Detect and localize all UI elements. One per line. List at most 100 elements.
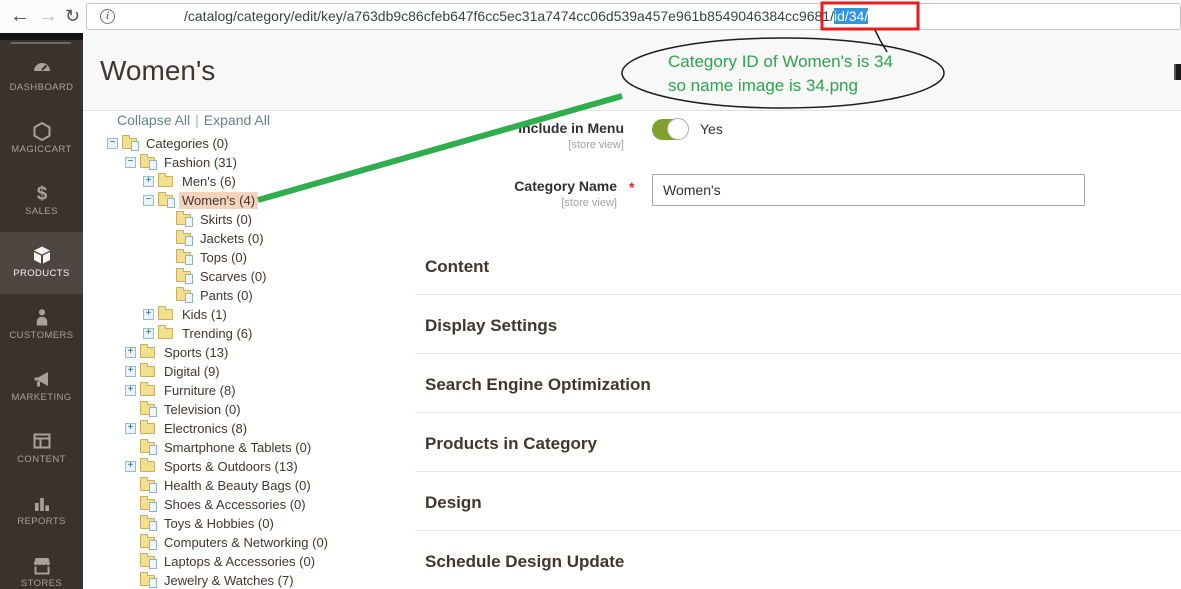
section-content[interactable]: Content [425, 257, 489, 277]
tree-node[interactable]: + Kids (1) [83, 305, 483, 324]
browser-toolbar: ← → ↻ i /catalog/category/edit/key/a763d… [0, 0, 1181, 34]
include-in-menu-scope: [store view] [424, 139, 624, 151]
magiccart-icon [31, 120, 53, 142]
tree-node-label[interactable]: Tops (0) [197, 249, 250, 266]
tree-node[interactable]: + Electronics (8) [83, 419, 483, 438]
tree-node-label[interactable]: Jewelry & Watches (7) [161, 572, 297, 589]
tree-node-label[interactable]: Digital (9) [161, 363, 223, 380]
tree-node-label[interactable]: Smartphone & Tablets (0) [161, 439, 314, 456]
tree-node-label[interactable]: Sports (13) [161, 344, 231, 361]
tree-node[interactable]: + Sports & Outdoors (13) [83, 457, 483, 476]
expand-node-icon[interactable]: + [125, 366, 136, 377]
expand-node-icon[interactable]: + [143, 328, 154, 339]
refresh-icon[interactable]: ↻ [65, 2, 80, 30]
expand-node-icon[interactable]: + [143, 309, 154, 320]
sidebar-item-stores[interactable]: STORES [0, 542, 83, 589]
tree-node-label[interactable]: Health & Beauty Bags (0) [161, 477, 314, 494]
sidebar-item-customers[interactable]: CUSTOMERS [0, 294, 83, 356]
expand-node-icon[interactable]: + [125, 423, 136, 434]
category-name-input[interactable] [652, 174, 1085, 206]
folder-icon [140, 537, 155, 548]
folder-icon [140, 423, 155, 434]
tree-node-label[interactable]: Electronics (8) [161, 420, 250, 437]
include-in-menu-value: Yes [700, 121, 723, 137]
folder-icon [158, 176, 173, 187]
tree-node-label[interactable]: Jackets (0) [197, 230, 267, 247]
section-display-settings[interactable]: Display Settings [425, 316, 557, 336]
tree-node-label[interactable]: Pants (0) [197, 287, 256, 304]
tree-node-label[interactable]: Furniture (8) [161, 382, 239, 399]
folder-icon [158, 195, 173, 206]
tree-node-label[interactable]: Television (0) [161, 401, 244, 418]
include-in-menu-toggle[interactable] [652, 119, 688, 140]
tree-node[interactable]: Smartphone & Tablets (0) [83, 438, 483, 457]
address-bar[interactable]: i /catalog/category/edit/key/a763db9c86c… [86, 3, 1181, 30]
tree-node-label[interactable]: Computers & Networking (0) [161, 534, 331, 551]
tree-node[interactable]: Television (0) [83, 400, 483, 419]
expand-node-icon[interactable]: + [125, 347, 136, 358]
sidebar-item-marketing[interactable]: MARKETING [0, 356, 83, 418]
tree-node-label[interactable]: Sports & Outdoors (13) [161, 458, 301, 475]
expand-node-icon[interactable]: + [143, 176, 154, 187]
folder-icon [140, 556, 155, 567]
sidebar-item-products[interactable]: PRODUCTS [0, 232, 83, 294]
tree-node-label[interactable]: Men's (6) [179, 173, 239, 190]
expand-node-icon[interactable]: + [125, 461, 136, 472]
collapse-node-icon[interactable]: − [125, 157, 136, 168]
page-header [83, 33, 1181, 111]
tree-actions: Collapse All|Expand All [117, 112, 270, 128]
tree-node-label[interactable]: Women's (4) [179, 192, 258, 209]
admin-logo-divider [11, 42, 71, 44]
sidebar-item-label: DASHBOARD [0, 82, 83, 93]
tree-node[interactable]: Laptops & Accessories (0) [83, 552, 483, 571]
url-text[interactable]: /catalog/category/edit/key/a763db9c86cfe… [184, 7, 1164, 26]
section-divider [415, 530, 1181, 531]
tree-node-label[interactable]: Skirts (0) [197, 211, 255, 228]
tree-node[interactable]: Skirts (0) [83, 210, 483, 229]
tree-node[interactable]: Scarves (0) [83, 267, 483, 286]
section-schedule-design-update[interactable]: Schedule Design Update [425, 552, 624, 572]
sidebar-item-sales[interactable]: $SALES [0, 170, 83, 232]
section-divider [415, 294, 1181, 295]
folder-icon [176, 214, 191, 225]
sidebar-item-label: CONTENT [0, 454, 83, 465]
customers-icon [31, 306, 53, 328]
expand-node-icon[interactable]: + [125, 385, 136, 396]
sidebar-item-dashboard[interactable]: DASHBOARD [0, 46, 83, 108]
tree-node[interactable]: Tops (0) [83, 248, 483, 267]
tree-node[interactable]: + Digital (9) [83, 362, 483, 381]
collapse-node-icon[interactable]: − [107, 138, 118, 149]
tree-node-label[interactable]: Laptops & Accessories (0) [161, 553, 318, 570]
tree-node-label[interactable]: Fashion (31) [161, 154, 240, 171]
sidebar-item-label: MAGICCART [0, 144, 83, 155]
back-icon[interactable]: ← [10, 2, 30, 30]
section-products-in-category[interactable]: Products in Category [425, 434, 597, 454]
tree-node[interactable]: + Trending (6) [83, 324, 483, 343]
tree-node[interactable]: Jewelry & Watches (7) [83, 571, 483, 589]
tree-node[interactable]: Pants (0) [83, 286, 483, 305]
tree-node-label[interactable]: Kids (1) [179, 306, 230, 323]
collapse-all-link[interactable]: Collapse All [117, 112, 190, 128]
page-info-icon[interactable]: i [100, 9, 115, 24]
tree-node[interactable]: Computers & Networking (0) [83, 533, 483, 552]
tree-node[interactable]: Health & Beauty Bags (0) [83, 476, 483, 495]
tree-node[interactable]: Shoes & Accessories (0) [83, 495, 483, 514]
tree-node[interactable]: − Categories (0) [83, 134, 483, 153]
tree-node[interactable]: + Furniture (8) [83, 381, 483, 400]
tree-node-label[interactable]: Scarves (0) [197, 268, 269, 285]
folder-icon [140, 499, 155, 510]
section-design[interactable]: Design [425, 493, 482, 513]
sidebar-item-magiccart[interactable]: MAGICCART [0, 108, 83, 170]
tree-node[interactable]: Jackets (0) [83, 229, 483, 248]
section-search-engine-optimization[interactable]: Search Engine Optimization [425, 375, 651, 395]
folder-icon [158, 328, 173, 339]
tree-node-label[interactable]: Trending (6) [179, 325, 255, 342]
tree-node-label[interactable]: Toys & Hobbies (0) [161, 515, 277, 532]
tree-node[interactable]: − Fashion (31) [83, 153, 483, 172]
tree-node-label[interactable]: Categories (0) [143, 135, 231, 152]
expand-all-link[interactable]: Expand All [204, 112, 270, 128]
sidebar-item-reports[interactable]: REPORTS [0, 480, 83, 542]
sidebar-item-content[interactable]: CONTENT [0, 418, 83, 480]
collapse-node-icon[interactable]: − [143, 195, 154, 206]
tree-node-label[interactable]: Shoes & Accessories (0) [161, 496, 309, 513]
